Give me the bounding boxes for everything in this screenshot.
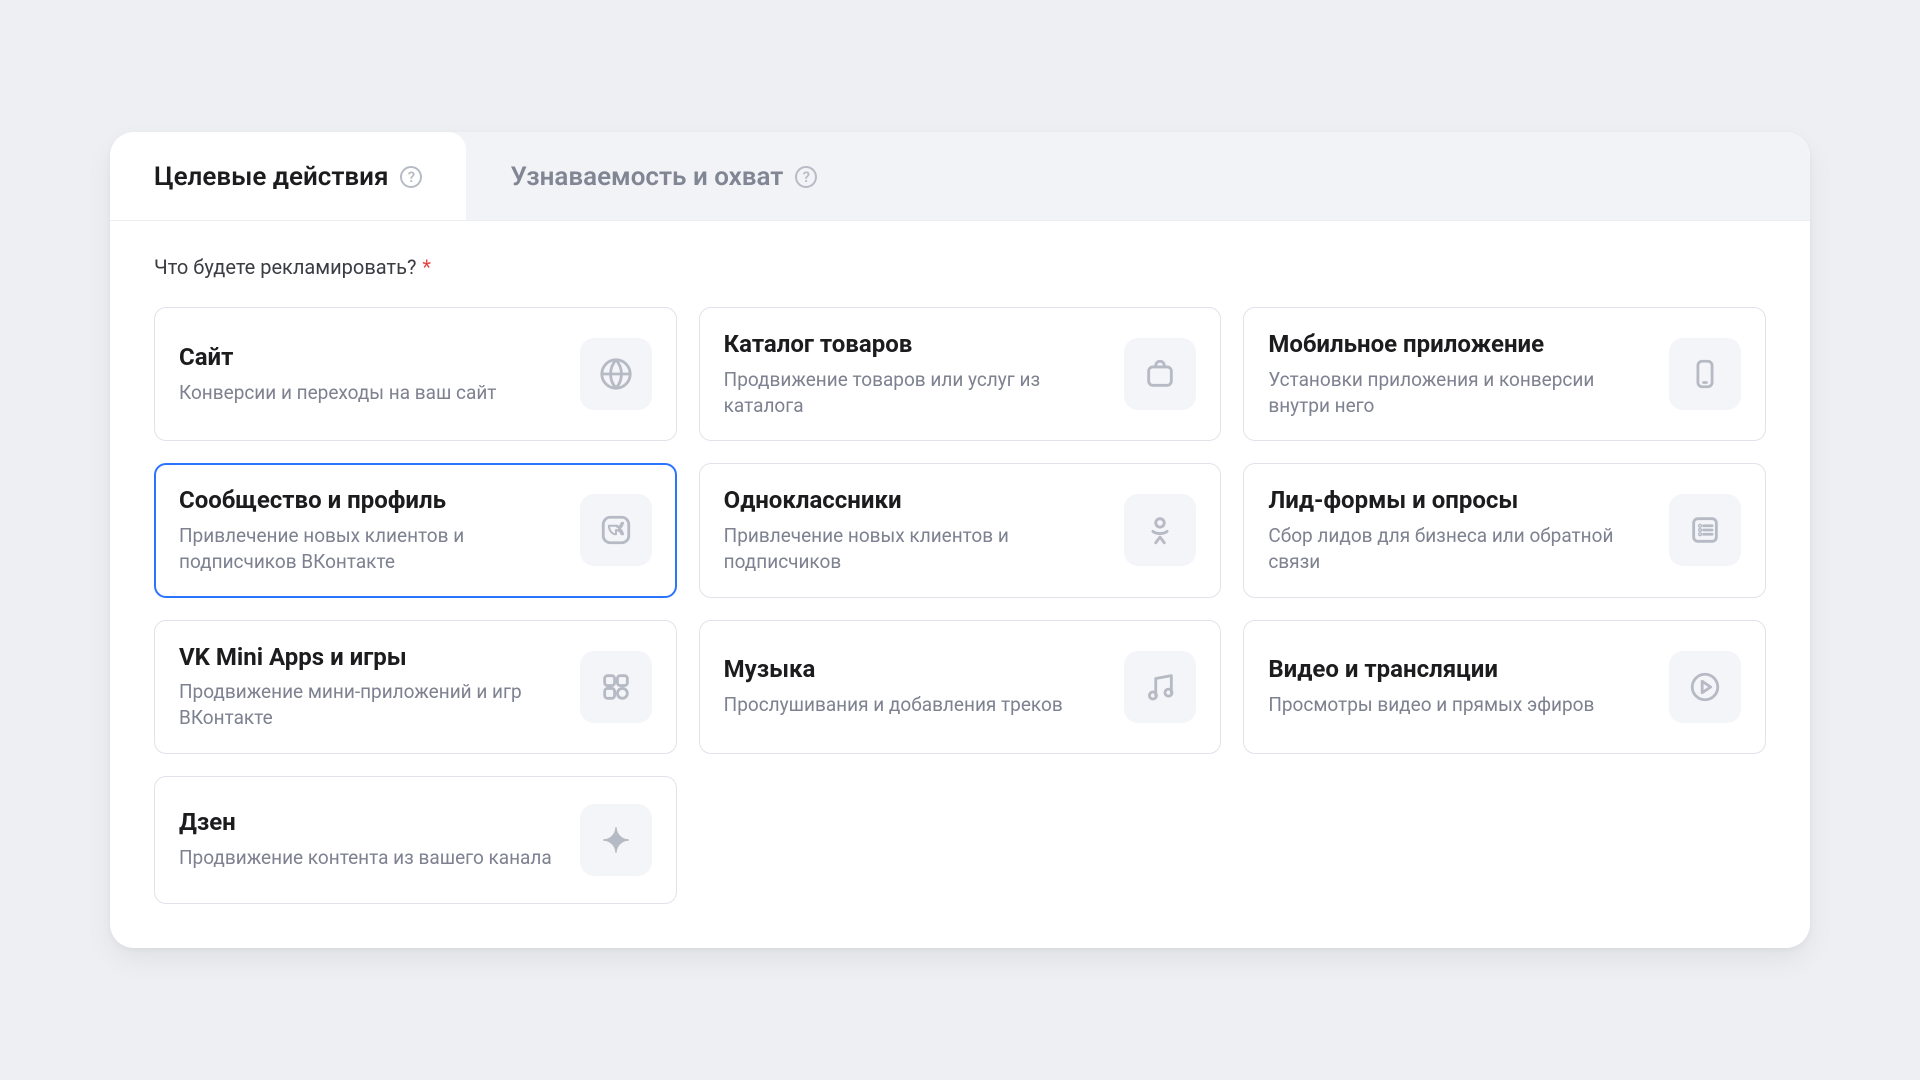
card-music[interactable]: Музыка Прослушивания и добавления треков (699, 620, 1222, 754)
card-odnoklassniki[interactable]: Одноклассники Привлечение новых клиентов… (699, 463, 1222, 597)
card-community-profile[interactable]: Сообщество и профиль Привлечение новых к… (154, 463, 677, 597)
card-desc: Продвижение контента из вашего канала (179, 845, 562, 871)
bag-icon (1124, 338, 1196, 410)
card-desc: Привлечение новых клиентов и подписчиков… (179, 523, 562, 574)
tab-label: Целевые действия (154, 162, 388, 192)
card-desc: Сбор лидов для бизнеса или обратной связ… (1268, 523, 1651, 574)
card-mini-apps[interactable]: VK Mini Apps и игры Продвижение мини-при… (154, 620, 677, 754)
card-desc: Конверсии и переходы на ваш сайт (179, 380, 562, 406)
card-desc: Установки приложения и конверсии внутри … (1268, 367, 1651, 418)
card-title: Сообщество и профиль (179, 486, 562, 515)
ok-icon (1124, 494, 1196, 566)
card-video[interactable]: Видео и трансляции Просмотры видео и пря… (1243, 620, 1766, 754)
card-title: Сайт (179, 343, 562, 372)
card-title: Каталог товаров (724, 330, 1107, 359)
card-title: Одноклассники (724, 486, 1107, 515)
play-icon (1669, 651, 1741, 723)
objective-tabs: Целевые действия ? Узнаваемость и охват … (110, 132, 1810, 221)
music-icon (1124, 651, 1196, 723)
card-desc: Продвижение товаров или услуг из каталог… (724, 367, 1107, 418)
card-catalog[interactable]: Каталог товаров Продвижение товаров или … (699, 307, 1222, 441)
card-lead-forms[interactable]: Лид-формы и опросы Сбор лидов для бизнес… (1243, 463, 1766, 597)
campaign-objective-panel: Целевые действия ? Узнаваемость и охват … (110, 132, 1810, 947)
card-mobile-app[interactable]: Мобильное приложение Установки приложени… (1243, 307, 1766, 441)
panel-content: Что будете рекламировать? * Сайт Конверс… (110, 221, 1810, 947)
help-icon[interactable]: ? (795, 166, 817, 188)
card-desc: Прослушивания и добавления треков (724, 692, 1107, 718)
objective-cards-grid: Сайт Конверсии и переходы на ваш сайт Ка… (154, 307, 1766, 903)
tab-target-actions[interactable]: Целевые действия ? (110, 132, 466, 220)
card-desc: Продвижение мини-приложений и игр ВКонта… (179, 679, 562, 730)
question-text: Что будете рекламировать? (154, 255, 416, 279)
form-icon (1669, 494, 1741, 566)
card-dzen[interactable]: Дзен Продвижение контента из вашего кана… (154, 776, 677, 904)
globe-icon (580, 338, 652, 410)
card-title: Музыка (724, 655, 1107, 684)
tab-awareness-reach[interactable]: Узнаваемость и охват ? (466, 132, 861, 220)
card-title: Лид-формы и опросы (1268, 486, 1651, 515)
card-title: Мобильное приложение (1268, 330, 1651, 359)
tab-label: Узнаваемость и охват (510, 162, 783, 192)
dzen-icon (580, 804, 652, 876)
card-desc: Просмотры видео и прямых эфиров (1268, 692, 1651, 718)
smartphone-icon (1669, 338, 1741, 410)
vk-icon (580, 494, 652, 566)
card-title: Видео и трансляции (1268, 655, 1651, 684)
required-mark: * (422, 255, 431, 279)
apps-icon (580, 651, 652, 723)
card-title: VK Mini Apps и игры (179, 643, 562, 672)
card-title: Дзен (179, 808, 562, 837)
help-icon[interactable]: ? (400, 166, 422, 188)
question-label: Что будете рекламировать? * (154, 255, 1766, 279)
card-site[interactable]: Сайт Конверсии и переходы на ваш сайт (154, 307, 677, 441)
card-desc: Привлечение новых клиентов и подписчиков (724, 523, 1107, 574)
